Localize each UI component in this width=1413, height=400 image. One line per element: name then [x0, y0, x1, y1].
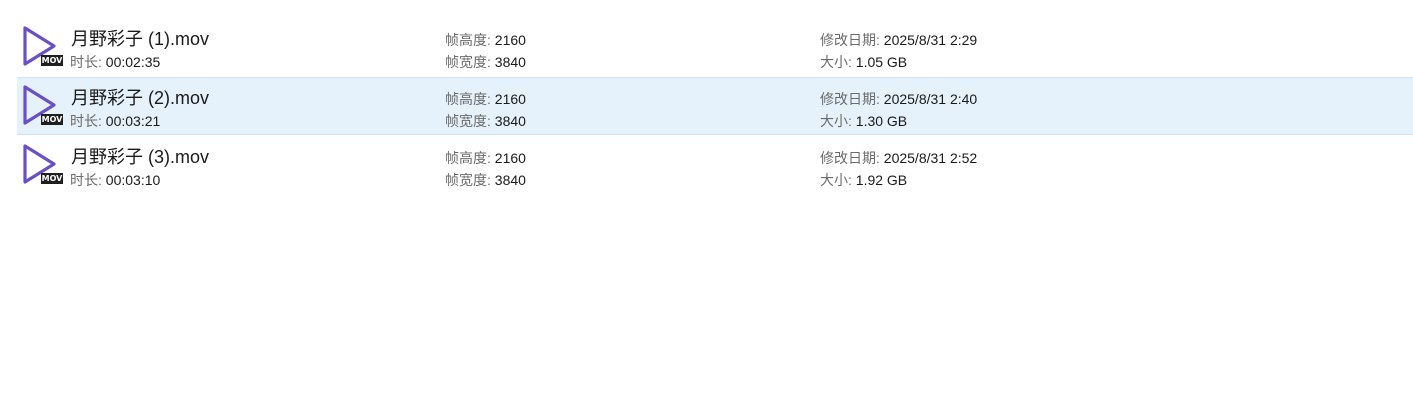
frame-height-value: 2160: [494, 32, 526, 48]
modified-date-value: 2025/8/31 2:52: [883, 150, 978, 166]
frame-height-field: 帧高度: 2160: [445, 148, 526, 168]
file-size-value: 1.92 GB: [855, 172, 908, 188]
file-list: MOV 月野彩子 (1).mov 时长: 00:02:35 帧高度: 2160 …: [17, 18, 1413, 194]
frame-height-label: 帧高度:: [445, 91, 495, 107]
frame-width-field: 帧宽度: 3840: [445, 170, 526, 190]
frame-height-field: 帧高度: 2160: [445, 30, 526, 50]
modified-date-label: 修改日期:: [820, 91, 884, 107]
frame-width-value: 3840: [494, 172, 526, 188]
frame-width-label: 帧宽度:: [445, 54, 495, 70]
mov-badge: MOV: [41, 173, 63, 184]
modified-date-field: 修改日期: 2025/8/31 2:52: [820, 148, 977, 168]
modified-date-label: 修改日期:: [820, 150, 884, 166]
frame-width-field: 帧宽度: 3840: [445, 111, 526, 131]
frame-height-value: 2160: [494, 91, 526, 107]
file-size-label: 大小:: [820, 54, 856, 70]
duration-label: 时长:: [70, 54, 106, 70]
frame-width-field: 帧宽度: 3840: [445, 52, 526, 72]
file-size-field: 大小: 1.30 GB: [820, 111, 907, 131]
file-size-field: 大小: 1.92 GB: [820, 170, 907, 190]
file-size-field: 大小: 1.05 GB: [820, 52, 907, 72]
video-play-icon: MOV: [19, 84, 67, 128]
modified-date-value: 2025/8/31 2:29: [883, 32, 978, 48]
duration-value: 00:02:35: [105, 54, 161, 70]
file-row[interactable]: MOV 月野彩子 (3).mov 时长: 00:03:10 帧高度: 2160 …: [17, 136, 1413, 194]
file-row[interactable]: MOV 月野彩子 (2).mov 时长: 00:03:21 帧高度: 2160 …: [17, 77, 1413, 135]
frame-width-value: 3840: [494, 54, 526, 70]
modified-date-label: 修改日期:: [820, 32, 884, 48]
duration-label: 时长:: [70, 172, 106, 188]
frame-width-label: 帧宽度:: [445, 172, 495, 188]
frame-height-value: 2160: [494, 150, 526, 166]
frame-height-field: 帧高度: 2160: [445, 89, 526, 109]
file-name[interactable]: 月野彩子 (2).mov: [71, 84, 209, 110]
frame-width-value: 3840: [494, 113, 526, 129]
frame-height-label: 帧高度:: [445, 32, 495, 48]
modified-date-field: 修改日期: 2025/8/31 2:40: [820, 89, 977, 109]
modified-date-value: 2025/8/31 2:40: [883, 91, 978, 107]
file-name[interactable]: 月野彩子 (3).mov: [71, 143, 209, 169]
frame-height-label: 帧高度:: [445, 150, 495, 166]
duration-field: 时长: 00:03:21: [70, 111, 160, 131]
duration-label: 时长:: [70, 113, 106, 129]
file-name[interactable]: 月野彩子 (1).mov: [71, 25, 209, 51]
file-size-label: 大小:: [820, 172, 856, 188]
mov-badge: MOV: [41, 55, 63, 66]
duration-field: 时长: 00:03:10: [70, 170, 160, 190]
duration-field: 时长: 00:02:35: [70, 52, 160, 72]
duration-value: 00:03:21: [105, 113, 161, 129]
mov-badge: MOV: [41, 114, 63, 125]
frame-width-label: 帧宽度:: [445, 113, 495, 129]
duration-value: 00:03:10: [105, 172, 161, 188]
video-play-icon: MOV: [19, 25, 67, 69]
modified-date-field: 修改日期: 2025/8/31 2:29: [820, 30, 977, 50]
file-size-label: 大小:: [820, 113, 856, 129]
video-play-icon: MOV: [19, 143, 67, 187]
file-size-value: 1.05 GB: [855, 54, 908, 70]
file-size-value: 1.30 GB: [855, 113, 908, 129]
file-row[interactable]: MOV 月野彩子 (1).mov 时长: 00:02:35 帧高度: 2160 …: [17, 18, 1413, 76]
